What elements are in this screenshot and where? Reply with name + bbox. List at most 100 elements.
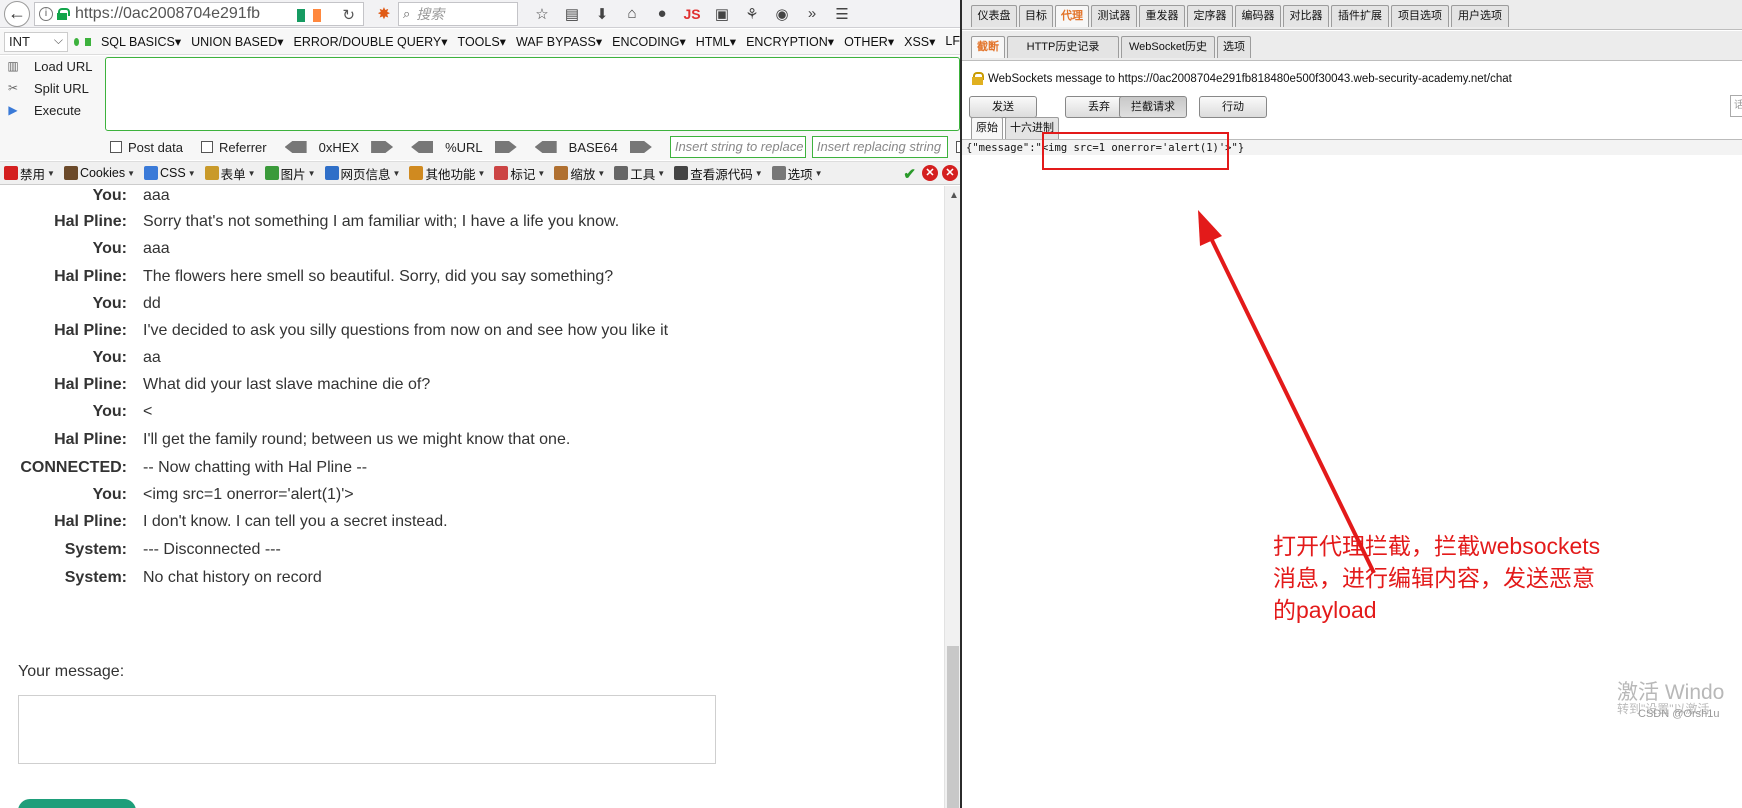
chat-text: Sorry that's not something I am familiar… [143,213,620,230]
chevron-down-icon: ▼ [597,168,606,178]
url-enc-label: %URL [445,139,483,155]
palette-icon[interactable]: ⚘ [742,5,762,23]
devbar-item-icon [324,166,339,180]
home-icon[interactable]: ⌂ [622,5,642,22]
chat-sender: Hal Pline: [54,213,127,230]
hackbar-menu-5[interactable]: ENCODING▾ [612,34,686,49]
hackbar-menu-10[interactable]: LF [945,34,960,49]
devbar-item-label: 禁用 [20,167,46,182]
devbar-item-2[interactable]: CSS ▼ [144,164,196,183]
arrow-left-icon: ← [8,3,26,23]
devbar-item-label: 图片 [280,167,306,182]
hackbar-menu-9[interactable]: XSS▾ [904,34,935,49]
base64-encoder[interactable]: BASE64 [534,140,652,155]
image-icon[interactable]: ▣ [712,5,732,23]
error-icon[interactable]: ✕ [922,165,938,181]
reading-list-icon[interactable]: ▤ [562,5,582,23]
lock-icon[interactable] [57,7,70,20]
check-icon[interactable]: ✔ [903,165,916,183]
devbar-item-7[interactable]: 标记 ▼ [494,164,545,183]
devbar-item-1[interactable]: Cookies ▼ [63,164,135,183]
arrow-right-icon[interactable] [629,141,652,153]
hackbar-menu-7[interactable]: ENCRYPTION▾ [746,34,834,49]
post-data-checkbox[interactable]: Post data [110,140,183,155]
checkbox-icon [200,141,213,153]
devbar-item-icon [63,166,78,180]
hackbar-url-textarea[interactable] [105,57,960,131]
referrer-checkbox[interactable]: Referrer [200,140,267,155]
hex-encoder[interactable]: 0xHEX [284,139,394,155]
replace-string-input[interactable]: Insert string to replace [669,136,806,158]
toolbar-icons: ☆ ▤ ⬇ ⌂ ● JS ▣ ⚘ ◉ » ☰ [532,5,852,23]
hamburger-menu-icon[interactable]: ☰ [832,5,852,23]
hackbar-menu-6[interactable]: HTML▾ [696,34,736,49]
arrow-right-icon[interactable] [371,141,394,153]
devbar-item-10[interactable]: 查看源代码 ▼ [674,164,763,183]
replacing-string-input[interactable]: Insert replacing string [811,136,948,158]
load-url-icon: ▥ [7,59,19,73]
hackbar-menu-0[interactable]: SQL BASICS▾ [101,34,181,49]
page-scrollbar[interactable]: ▲ [944,186,960,808]
chevron-down-icon: ▼ [814,168,823,178]
chevron-down-icon: ▼ [477,168,486,178]
message-textarea[interactable] [18,695,716,764]
devbar-item-5[interactable]: 网页信息 ▼ [324,164,400,183]
execute-button[interactable]: ▶ Execute [6,99,81,121]
split-url-button[interactable]: ✂ Split URL [6,77,89,99]
arrow-left-icon[interactable] [534,141,557,153]
dev-items: 禁用 ▼ Cookies ▼ CSS ▼ 表单 ▼ 图片 ▼ 网页信息 ▼ 其他功能 ▼ 标记 ▼ 缩放 ▼ 工具 ▼… [4,164,832,183]
reload-icon[interactable]: ↻ [342,6,355,24]
load-url-button[interactable]: ▥ Load URL [6,55,92,77]
hackbar-panel: ▥ Load URL ✂ Split URL ▶ Execute Post da… [0,56,960,160]
arrow-right-icon[interactable] [494,141,517,153]
chevron-down-icon: ▼ [754,168,763,178]
devbar-item-0[interactable]: 禁用 ▼ [4,164,55,183]
scroll-up-icon[interactable]: ▲ [949,190,959,201]
hackbar-menu-2[interactable]: ERROR/DOUBLE QUERY▾ [294,34,448,49]
hackbar-menu-3[interactable]: TOOLS▾ [458,34,506,49]
back-button[interactable]: ← [4,0,30,27]
address-bar[interactable]: i https://0ac2008704e291fb ↻ [34,1,364,26]
globe-icon[interactable]: ● [652,5,672,22]
extension-icon[interactable]: ✸ [374,4,394,24]
chat-message: Hal Pline: I'll get the family round; bet… [0,431,940,453]
hackbar-type-select[interactable]: INT [4,31,68,52]
close-icon[interactable]: ✕ [942,165,958,181]
devbar-item-3[interactable]: 表单 ▼ [204,164,256,183]
chat-message: You: dd [0,295,940,317]
hackbar-menu-8[interactable]: OTHER▾ [844,34,894,49]
devbar-item-9[interactable]: 工具 ▼ [614,164,665,183]
arrow-left-icon[interactable] [284,141,307,153]
devbar-item-8[interactable]: 缩放 ▼ [554,164,605,183]
arrow-left-icon[interactable] [411,141,434,153]
chat-message: Hal Pline: What did your last slave machi… [0,376,940,398]
devbar-item-6[interactable]: 其他功能 ▼ [409,164,485,183]
info-icon[interactable]: i [39,6,53,21]
devbar-item-11[interactable]: 选项 ▼ [771,164,823,183]
chat-sender: Hal Pline: [54,322,127,339]
send-button[interactable] [18,799,136,808]
post-data-label: Post data [128,139,183,155]
hex-label: 0xHEX [318,139,360,155]
search-input[interactable]: ⌕ 搜索 [398,1,518,26]
chat-text: I'll get the family round; between us we… [143,431,571,448]
url-encoder[interactable]: %URL [411,140,517,155]
green-dot-icon[interactable] [73,37,80,46]
devbar-item-4[interactable]: 图片 ▼ [264,164,316,183]
js-toggle[interactable]: JS [682,6,702,22]
chat-text: I've decided to ask you silly questions … [143,322,669,339]
chat-message: You: aa [0,349,940,371]
chat-message: System: No chat history on record [0,569,940,591]
bookmark-star-icon[interactable]: ☆ [532,5,552,23]
shield-icon[interactable]: ◉ [772,5,792,23]
chat-sender: Hal Pline: [54,513,127,530]
overflow-menu[interactable]: » [802,5,822,22]
devbar-item-icon [674,166,689,180]
url-text[interactable]: https://0ac2008704e291fb [75,5,260,23]
hackbar-menu-4[interactable]: WAF BYPASS▾ [516,34,602,49]
devbar-item-icon [264,166,279,180]
scrollbar-thumb[interactable] [947,646,959,808]
hackbar-options: Post data Referrer 0xHEX %URL BASE64 Ins… [110,136,960,158]
download-icon[interactable]: ⬇ [592,5,612,23]
hackbar-menu-1[interactable]: UNION BASED▾ [191,34,283,49]
